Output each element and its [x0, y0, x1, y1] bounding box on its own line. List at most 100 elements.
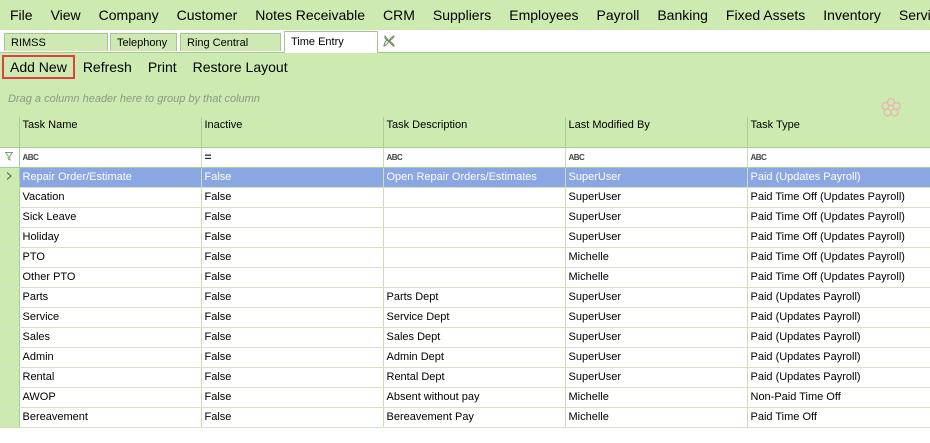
cell-task-description[interactable]: Service Dept	[383, 307, 566, 328]
menu-suppliers[interactable]: Suppliers	[424, 0, 500, 30]
cell-task-name[interactable]: Parts	[19, 287, 202, 308]
cell-inactive[interactable]: False	[201, 267, 384, 288]
table-row[interactable]: Sick Leave False SuperUser Paid Time Off (U…	[0, 207, 930, 228]
cell-task-name[interactable]: Other PTO	[19, 267, 202, 288]
row-indicator[interactable]	[0, 227, 20, 248]
row-indicator[interactable]	[0, 367, 20, 388]
row-indicator[interactable]	[0, 207, 20, 228]
cell-last-modified-by[interactable]: SuperUser	[565, 287, 748, 308]
cell-task-type[interactable]: Non-Paid Time Off	[747, 387, 930, 408]
cell-task-name[interactable]: Repair Order/Estimate	[19, 167, 202, 188]
table-row[interactable]: Vacation False SuperUser Paid Time Off (Upd…	[0, 187, 930, 208]
cell-task-name[interactable]: Sick Leave	[19, 207, 202, 228]
cell-last-modified-by[interactable]: SuperUser	[565, 167, 748, 188]
column-header-last-modified-by[interactable]: Last Modified By	[565, 117, 748, 148]
cell-inactive[interactable]: False	[201, 207, 384, 228]
row-indicator[interactable]	[0, 307, 20, 328]
row-indicator[interactable]	[0, 287, 20, 308]
tab-ring-central-form[interactable]: Ring Central Form	[180, 33, 281, 67]
table-row[interactable]: Sales False Sales Dept SuperUser Paid (Updat…	[0, 327, 930, 348]
cell-task-description[interactable]: Parts Dept	[383, 287, 566, 308]
row-indicator[interactable]	[0, 187, 20, 208]
cell-inactive[interactable]: False	[201, 407, 384, 428]
row-indicator[interactable]	[0, 347, 20, 368]
cell-task-description[interactable]: Bereavement Pay	[383, 407, 566, 428]
cell-inactive[interactable]: False	[201, 307, 384, 328]
cell-task-description[interactable]	[383, 247, 566, 268]
table-row[interactable]: Parts False Parts Dept SuperUser Paid (Updat…	[0, 287, 930, 308]
row-indicator[interactable]	[0, 267, 20, 288]
cell-task-name[interactable]: PTO	[19, 247, 202, 268]
cell-task-name[interactable]: Admin	[19, 347, 202, 368]
cell-inactive[interactable]: False	[201, 247, 384, 268]
cell-task-type[interactable]: Paid Time Off (Updates Payroll)	[747, 227, 930, 248]
cell-task-description[interactable]: Sales Dept	[383, 327, 566, 348]
cell-task-type[interactable]: Paid (Updates Payroll)	[747, 327, 930, 348]
cell-task-name[interactable]: Holiday	[19, 227, 202, 248]
cell-last-modified-by[interactable]: SuperUser	[565, 327, 748, 348]
filter-last-modified-by[interactable]: ABC	[565, 147, 748, 168]
cell-last-modified-by[interactable]: SuperUser	[565, 227, 748, 248]
row-indicator[interactable]	[0, 327, 20, 348]
cell-task-type[interactable]: Paid Time Off (Updates Payroll)	[747, 247, 930, 268]
menu-payroll[interactable]: Payroll	[588, 0, 649, 30]
row-indicator[interactable]	[0, 407, 20, 428]
cell-task-type[interactable]: Paid (Updates Payroll)	[747, 347, 930, 368]
column-header-task-name[interactable]: Task Name	[19, 117, 202, 148]
menu-view[interactable]: View	[42, 0, 90, 30]
tab-time-entry-tasks[interactable]: Time Entry Tasks	[284, 31, 378, 68]
cell-task-type[interactable]: Paid Time Off (Updates Payroll)	[747, 267, 930, 288]
table-row[interactable]: Admin False Admin Dept SuperUser Paid (Updat…	[0, 347, 930, 368]
cell-inactive[interactable]: False	[201, 347, 384, 368]
pin-icon[interactable]	[382, 34, 396, 48]
cell-task-name[interactable]: Service	[19, 307, 202, 328]
row-indicator[interactable]	[0, 387, 20, 408]
cell-task-name[interactable]: AWOP	[19, 387, 202, 408]
cell-inactive[interactable]: False	[201, 287, 384, 308]
cell-last-modified-by[interactable]: SuperUser	[565, 187, 748, 208]
table-row[interactable]: Bereavement False Bereavement Pay Michelle P…	[0, 407, 930, 428]
cell-inactive[interactable]: False	[201, 387, 384, 408]
cell-last-modified-by[interactable]: SuperUser	[565, 367, 748, 388]
add-new-button[interactable]: Add New	[2, 55, 75, 79]
cell-last-modified-by[interactable]: SuperUser	[565, 207, 748, 228]
cell-task-type[interactable]: Paid Time Off	[747, 407, 930, 428]
tab-telephony[interactable]: Telephony	[110, 33, 177, 51]
menu-service[interactable]: Service	[890, 0, 930, 30]
cell-task-description[interactable]	[383, 267, 566, 288]
cell-task-name[interactable]: Bereavement	[19, 407, 202, 428]
cell-task-description[interactable]: Rental Dept	[383, 367, 566, 388]
column-header-task-type[interactable]: Task Type	[747, 117, 930, 148]
cell-inactive[interactable]: False	[201, 187, 384, 208]
cell-task-type[interactable]: Paid (Updates Payroll)	[747, 367, 930, 388]
cell-last-modified-by[interactable]: Michelle	[565, 247, 748, 268]
filter-inactive[interactable]: =	[201, 147, 384, 168]
cell-task-name[interactable]: Vacation	[19, 187, 202, 208]
cell-task-description[interactable]	[383, 227, 566, 248]
menu-fixed-assets[interactable]: Fixed Assets	[717, 0, 814, 30]
cell-last-modified-by[interactable]: Michelle	[565, 387, 748, 408]
restore-layout-button[interactable]: Restore Layout	[185, 55, 296, 79]
cell-task-type[interactable]: Paid (Updates Payroll)	[747, 167, 930, 188]
cell-inactive[interactable]: False	[201, 367, 384, 388]
filter-task-description[interactable]: ABC	[383, 147, 566, 168]
menu-employees[interactable]: Employees	[500, 0, 587, 30]
table-row[interactable]: Service False Service Dept SuperUser Paid (U…	[0, 307, 930, 328]
print-button[interactable]: Print	[140, 55, 185, 79]
menu-company[interactable]: Company	[90, 0, 168, 30]
cell-task-description[interactable]: Open Repair Orders/Estimates	[383, 167, 566, 188]
menu-banking[interactable]: Banking	[648, 0, 717, 30]
filter-funnel-icon[interactable]	[0, 147, 20, 168]
table-row[interactable]: PTO False Michelle Paid Time Off (Updates P…	[0, 247, 930, 268]
table-row[interactable]: Holiday False SuperUser Paid Time Off (Upda…	[0, 227, 930, 248]
cell-task-description[interactable]	[383, 207, 566, 228]
column-header-inactive[interactable]: Inactive	[201, 117, 384, 148]
cell-task-name[interactable]: Rental	[19, 367, 202, 388]
row-indicator[interactable]	[0, 167, 20, 188]
cell-task-description[interactable]: Absent without pay	[383, 387, 566, 408]
cell-task-type[interactable]: Paid Time Off (Updates Payroll)	[747, 207, 930, 228]
table-row[interactable]: Rental False Rental Dept SuperUser Paid (Upd…	[0, 367, 930, 388]
table-row[interactable]: AWOP False Absent without pay Michelle Non-P…	[0, 387, 930, 408]
cell-task-description[interactable]	[383, 187, 566, 208]
cell-last-modified-by[interactable]: Michelle	[565, 267, 748, 288]
